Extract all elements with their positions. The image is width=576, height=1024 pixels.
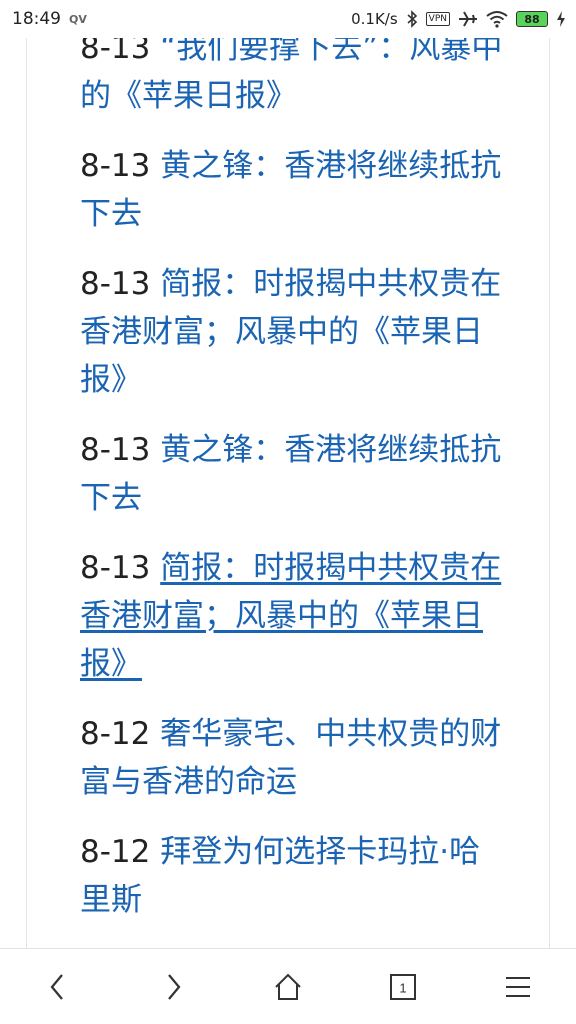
news-date: 8-13 bbox=[80, 432, 161, 468]
back-icon bbox=[50, 973, 63, 1000]
qv-icon: QV bbox=[69, 12, 87, 26]
news-date: 8-12 bbox=[80, 716, 161, 752]
news-item: 8-12 拜登为何选择卡玛拉·哈里斯 bbox=[80, 828, 510, 924]
menu-icon bbox=[506, 976, 531, 997]
bluetooth-icon bbox=[406, 10, 418, 28]
status-bar: 18:49 QV 0.1K/s VPN 88 bbox=[0, 0, 576, 38]
status-bar-right: 0.1K/s VPN 88 bbox=[351, 10, 566, 28]
news-item: 8-13 简报：时报揭中共权贵在香港财富；风暴中的《苹果日报》 bbox=[80, 260, 510, 404]
network-speed: 0.1K/s bbox=[351, 10, 398, 28]
status-bar-left: 18:49 QV bbox=[12, 9, 87, 29]
menu-button[interactable] bbox=[488, 957, 548, 1017]
news-date: 8-13 bbox=[80, 266, 161, 302]
forward-button[interactable] bbox=[143, 957, 203, 1017]
forward-icon bbox=[167, 973, 181, 1000]
home-button[interactable] bbox=[258, 957, 318, 1017]
article-list-container: 8-13 “我们要撑下去”：风暴中的《苹果日报》 8-13 黄之锋：香港将继续抵… bbox=[26, 0, 550, 948]
battery-indicator: 88 bbox=[516, 11, 548, 27]
airplane-icon bbox=[458, 10, 478, 28]
status-time: 18:49 bbox=[12, 9, 61, 29]
home-icon bbox=[275, 973, 301, 1000]
news-item: 8-13 “我们要撑下去”：风暴中的《苹果日报》 bbox=[80, 24, 510, 120]
tab-count: 1 bbox=[400, 980, 407, 995]
news-list: 8-13 “我们要撑下去”：风暴中的《苹果日报》 8-13 黄之锋：香港将继续抵… bbox=[80, 24, 510, 946]
tabs-button[interactable]: 1 bbox=[373, 957, 433, 1017]
news-date: 8-13 bbox=[80, 550, 161, 586]
news-item: 8-13 简报：时报揭中共权贵在香港财富；风暴中的《苹果日报》 bbox=[80, 544, 510, 688]
wifi-icon bbox=[486, 10, 508, 28]
charging-icon bbox=[556, 10, 566, 28]
browser-bottom-nav: 1 bbox=[0, 948, 576, 1024]
news-date: 8-12 bbox=[80, 834, 161, 870]
news-date: 8-13 bbox=[80, 148, 161, 184]
tabs-icon: 1 bbox=[390, 973, 417, 1000]
news-item: 8-12 奢华豪宅、中共权贵的财富与香港的命运 bbox=[80, 710, 510, 806]
vpn-icon: VPN bbox=[425, 12, 450, 26]
news-item: 8-13 黄之锋：香港将继续抵抗下去 bbox=[80, 426, 510, 522]
news-item: 8-13 黄之锋：香港将继续抵抗下去 bbox=[80, 142, 510, 238]
back-button[interactable] bbox=[28, 957, 88, 1017]
